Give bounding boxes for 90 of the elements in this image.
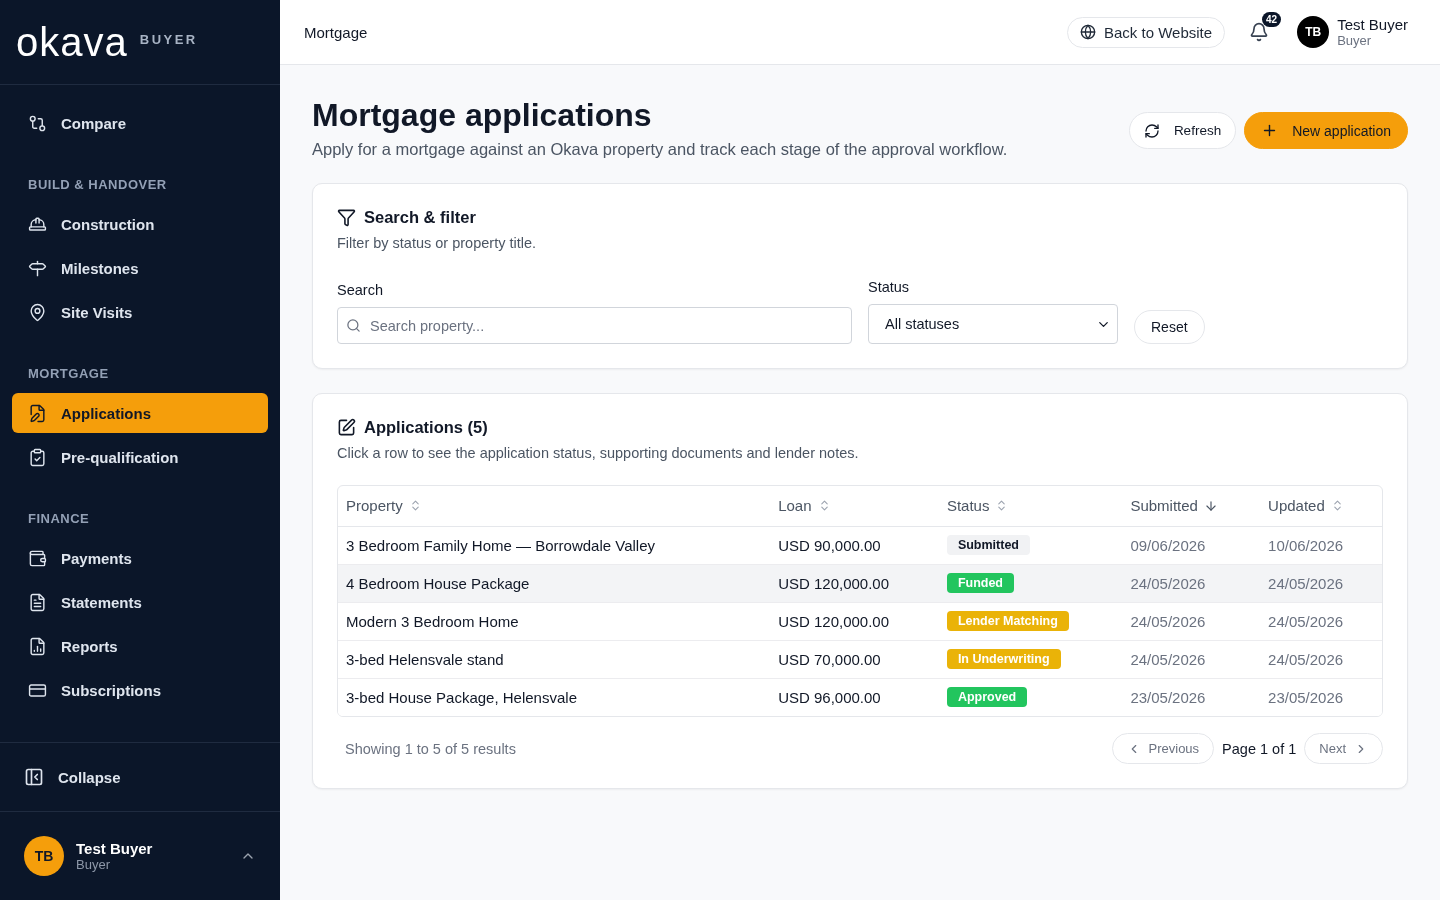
field-label: Search bbox=[337, 282, 384, 298]
table-row[interactable]: 3 Bedroom Family Home — Borrowdale Valley USD 90,000.00 Submitted 09/06/2026 10/06/2026 bbox=[338, 526, 1382, 564]
user-name: Test Buyer bbox=[1337, 16, 1408, 33]
table-row[interactable]: Modern 3 Bedroom Home USD 120,000.00 Lender Matching 24/05/2026 24/05/2026 bbox=[338, 602, 1382, 640]
hard-hat-icon bbox=[28, 214, 47, 234]
avatar: TB bbox=[24, 836, 64, 876]
table-cell: 23/05/2026 bbox=[1260, 678, 1382, 716]
signpost-icon bbox=[28, 258, 47, 278]
status-badge: Submitted bbox=[946, 535, 1030, 555]
column-header[interactable]: Submitted bbox=[1122, 486, 1261, 526]
results-summary: Showing 1 to 5 of 5 results bbox=[345, 740, 516, 757]
table-cell: Modern 3 Bedroom Home bbox=[338, 602, 771, 640]
sidebar-item[interactable]: Pre-qualification bbox=[12, 437, 268, 477]
user-role: Buyer bbox=[76, 857, 111, 872]
table-cell: USD 90,000.00 bbox=[770, 526, 939, 564]
column-header[interactable]: Loan bbox=[770, 486, 939, 526]
page-subtitle: Apply for a mortgage against an Okava property and track each stage of the approval workflow. bbox=[312, 140, 1008, 159]
page-info: Page 1 of 1 bbox=[1222, 740, 1297, 757]
status-select[interactable]: All statuses bbox=[868, 304, 1118, 344]
role-tag: BUYER bbox=[139, 31, 198, 47]
breadcrumb: Mortgage bbox=[304, 23, 369, 41]
notification-count: 42 bbox=[1262, 12, 1282, 27]
table-cell: 24/05/2026 bbox=[1122, 564, 1261, 602]
sidebar-item[interactable]: Reports bbox=[12, 626, 268, 666]
sidebar-item[interactable]: Site Visits bbox=[12, 292, 268, 332]
sidebar-item[interactable]: Milestones bbox=[12, 248, 268, 288]
refresh-icon bbox=[1143, 122, 1160, 139]
document-icon bbox=[28, 592, 47, 612]
search-icon bbox=[346, 318, 361, 333]
sidebar-item[interactable]: Compare bbox=[12, 103, 268, 143]
column-header[interactable]: Updated bbox=[1260, 486, 1382, 526]
refresh-button[interactable]: Refresh bbox=[1128, 112, 1237, 149]
section-heading: MORTGAGE bbox=[27, 365, 110, 383]
table-cell: 10/06/2026 bbox=[1260, 526, 1382, 564]
sidebar-item[interactable]: Subscriptions bbox=[12, 670, 268, 710]
back-to-website-button[interactable]: Back to Website bbox=[1067, 16, 1226, 48]
card-subtitle: Click a row to see the application status, supporting documents and lender notes. bbox=[337, 445, 860, 461]
status-badge: Funded bbox=[946, 573, 1014, 593]
sidebar-item[interactable]: Payments bbox=[12, 538, 268, 578]
column-header[interactable]: Property bbox=[338, 486, 771, 526]
table-cell: 24/05/2026 bbox=[1122, 640, 1261, 678]
compare-icon bbox=[28, 113, 47, 133]
status-badge: Lender Matching bbox=[946, 611, 1069, 631]
card-title: Search & filter bbox=[364, 208, 476, 227]
wallet-icon bbox=[28, 548, 47, 568]
table-cell: 24/05/2026 bbox=[1260, 602, 1382, 640]
table-cell: 24/05/2026 bbox=[1122, 602, 1261, 640]
table-cell: 24/05/2026 bbox=[1260, 640, 1382, 678]
table-cell: 3-bed House Package, Helensvale bbox=[338, 678, 771, 716]
status-badge: Approved bbox=[946, 687, 1028, 708]
reset-button[interactable]: Reset bbox=[1134, 310, 1205, 344]
new-application-button[interactable]: New application bbox=[1244, 112, 1408, 149]
file-pen-icon bbox=[28, 403, 47, 423]
filter-icon bbox=[337, 208, 356, 227]
avatar[interactable]: TB bbox=[1297, 16, 1330, 48]
next-button[interactable]: Next bbox=[1304, 733, 1383, 764]
table-cell: USD 120,000.00 bbox=[770, 602, 939, 640]
search-field[interactable]: Search property... bbox=[337, 307, 852, 344]
table-cell: 3-bed Helensvale stand bbox=[338, 640, 771, 678]
table-cell: 24/05/2026 bbox=[1260, 564, 1382, 602]
table-row[interactable]: 3-bed Helensvale stand USD 70,000.00 In Underwriting 24/05/2026 24/05/2026 bbox=[338, 640, 1382, 678]
table-cell: 3 Bedroom Family Home — Borrowdale Valley bbox=[338, 526, 771, 564]
map-pin-icon bbox=[28, 302, 47, 322]
column-header[interactable]: Status bbox=[938, 486, 1123, 526]
user-role: Buyer bbox=[1337, 33, 1373, 48]
table-cell: USD 70,000.00 bbox=[770, 640, 939, 678]
card-title: Applications (5) bbox=[364, 418, 488, 437]
sidebar-item[interactable]: Applications bbox=[12, 393, 268, 433]
globe-icon bbox=[1080, 24, 1096, 40]
previous-button[interactable]: Previous bbox=[1111, 733, 1215, 764]
table-cell: 4 Bedroom House Package bbox=[338, 564, 771, 602]
section-heading: BUILD & HANDOVER bbox=[27, 176, 168, 194]
section-heading: FINANCE bbox=[27, 510, 91, 528]
sidebar-item[interactable]: Statements bbox=[12, 582, 268, 622]
page-title: Mortgage applications bbox=[312, 97, 653, 134]
clipboard-icon bbox=[28, 447, 47, 467]
sidebar-item[interactable]: Construction bbox=[12, 204, 268, 244]
field-label: Status bbox=[868, 279, 911, 295]
bell-icon[interactable] bbox=[1249, 22, 1270, 42]
edit-icon bbox=[337, 418, 356, 437]
report-icon bbox=[28, 636, 47, 656]
panel-icon bbox=[24, 767, 44, 787]
logo[interactable]: okava bbox=[16, 19, 128, 65]
user-name: Test Buyer bbox=[76, 840, 154, 857]
table-row[interactable]: 4 Bedroom House Package USD 120,000.00 Funded 24/05/2026 24/05/2026 bbox=[338, 564, 1382, 602]
table-cell: 09/06/2026 bbox=[1122, 526, 1261, 564]
table-cell: USD 120,000.00 bbox=[770, 564, 939, 602]
table-row[interactable]: 3-bed House Package, Helensvale USD 96,000.00 Approved 23/05/2026 23/05/2026 bbox=[338, 678, 1382, 716]
card-subtitle: Filter by status or property title. bbox=[337, 235, 538, 251]
status-badge: In Underwriting bbox=[946, 649, 1061, 669]
